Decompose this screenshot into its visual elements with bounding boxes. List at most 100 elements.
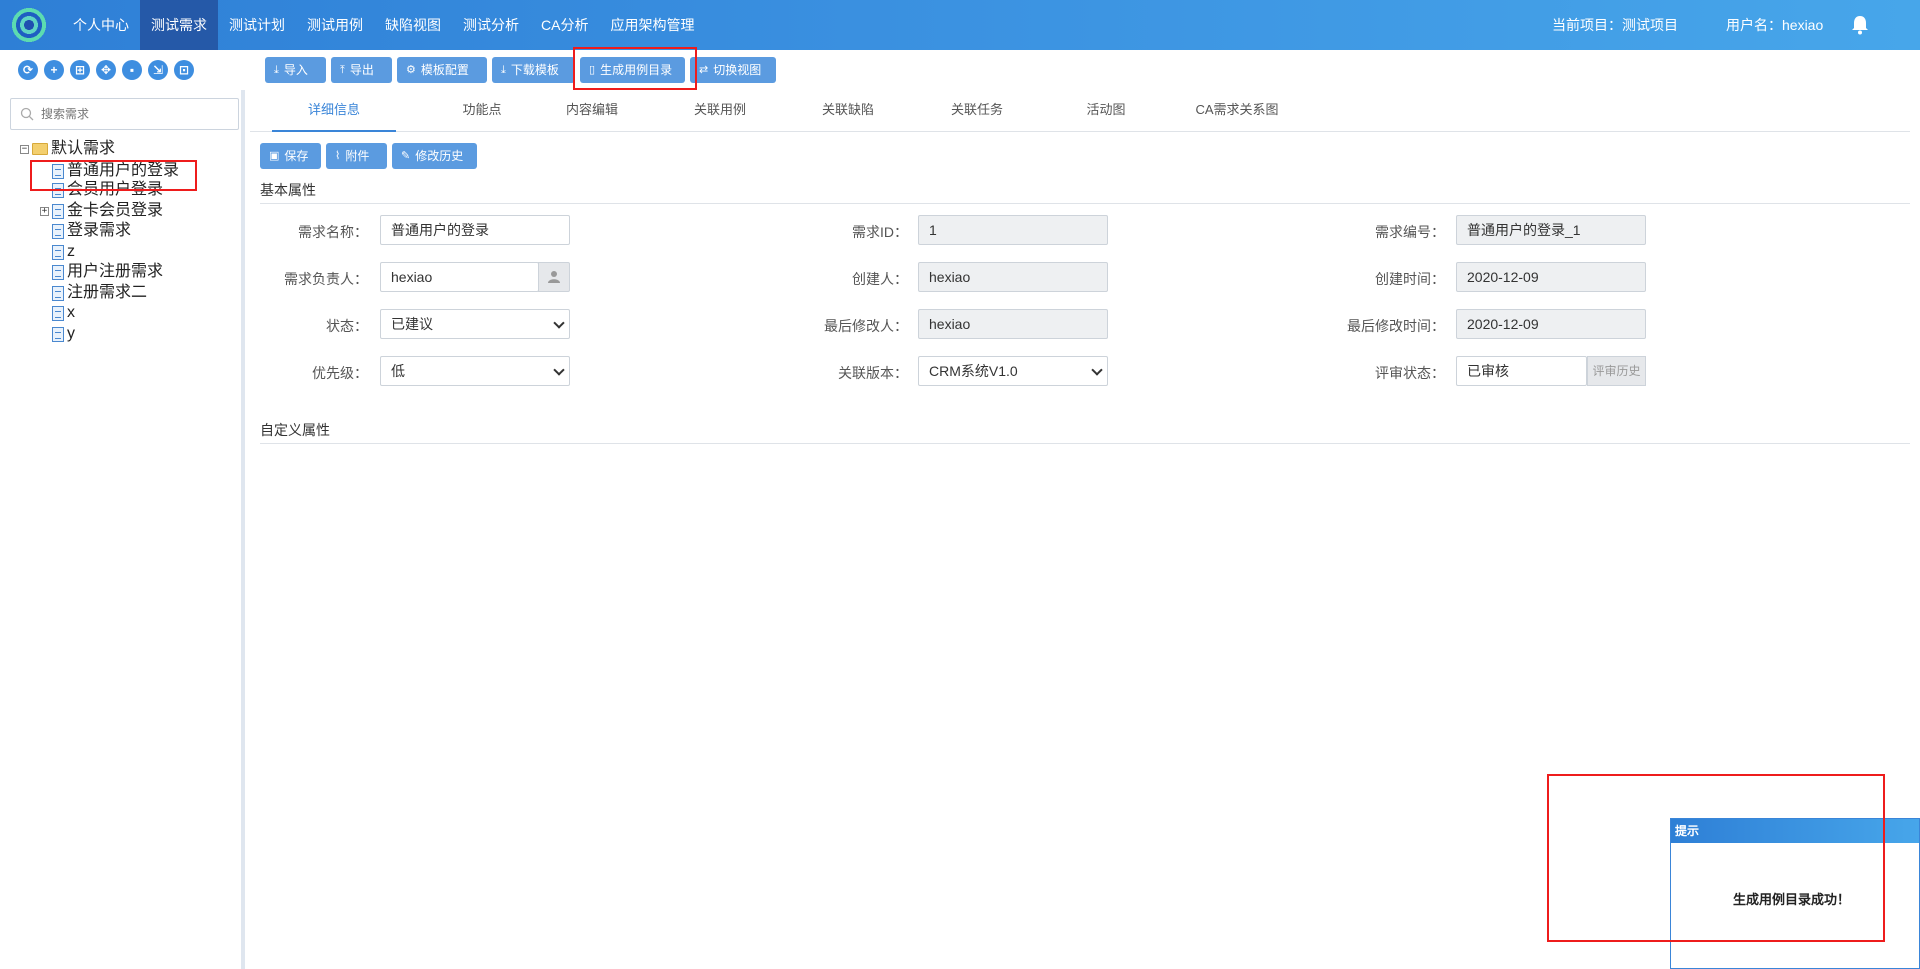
top-navigation-bar: 个人中心 测试需求 测试计划 测试用例 缺陷视图 测试分析 CA分析 应用架构管…	[0, 0, 1920, 50]
nav-item-personal-center[interactable]: 个人中心	[62, 0, 140, 50]
refresh-icon[interactable]: ⟳	[18, 60, 38, 80]
delete-icon[interactable]: ▪	[122, 60, 142, 80]
requirement-id-field: 1	[918, 215, 1108, 245]
modifier-field: hexiao	[918, 309, 1108, 339]
document-icon	[52, 264, 64, 280]
download-template-button[interactable]: ⤓ 下载模板	[492, 57, 575, 83]
nav-item-test-cases[interactable]: 测试用例	[296, 0, 374, 50]
move-icon[interactable]: ✥	[96, 60, 116, 80]
expand-icon[interactable]: +	[40, 206, 49, 216]
tab-content-edit[interactable]: 内容编辑	[530, 90, 654, 132]
folder-icon	[32, 143, 48, 155]
created-time-field: 2020-12-09	[1456, 262, 1646, 292]
document-icon	[52, 305, 64, 321]
app-logo	[10, 6, 48, 44]
tree-node[interactable]: 登录需求	[52, 220, 131, 242]
main-toolbar: ⤓ 导入 ⤒ 导出 ⚙ 模板配置 ⤓ 下载模板 ▯ 生成用例目录 ⇄ 切换视图	[265, 57, 776, 83]
edit-icon: ✎	[401, 150, 411, 162]
section-divider	[260, 203, 1910, 204]
id-label: 需求ID：	[852, 224, 908, 240]
requirement-name-input[interactable]: 普通用户的登录	[380, 215, 570, 245]
owner-label: 需求负责人：	[284, 271, 368, 287]
switch-icon: ⇄	[699, 64, 709, 76]
tree-node[interactable]: 用户注册需求	[52, 261, 163, 283]
save-icon: ▣	[269, 150, 280, 162]
download-icon: ⤓	[501, 64, 506, 76]
attachment-button[interactable]: ⌇ 附件	[326, 143, 387, 169]
nav-item-test-plan[interactable]: 测试计划	[218, 0, 296, 50]
select-user-button[interactable]	[538, 262, 570, 292]
gear-icon: ⚙	[406, 64, 416, 76]
highlight-box	[1547, 774, 1885, 942]
tab-ca-relation-diagram[interactable]: CA需求关系图	[1170, 90, 1304, 132]
paperclip-icon: ⌇	[335, 150, 341, 162]
tab-function-points[interactable]: 功能点	[420, 90, 544, 132]
tab-linked-defects[interactable]: 关联缺陷	[786, 90, 910, 132]
export-icon[interactable]: ⇲	[148, 60, 168, 80]
grid-icon[interactable]: ⊞	[70, 60, 90, 80]
import-icon[interactable]: ⊡	[174, 60, 194, 80]
template-config-button[interactable]: ⚙ 模板配置	[397, 57, 487, 83]
main-nav: 个人中心 测试需求 测试计划 测试用例 缺陷视图 测试分析 CA分析 应用架构管…	[62, 0, 705, 50]
creator-label: 创建人：	[852, 271, 908, 287]
document-icon	[52, 203, 64, 219]
search-input[interactable]	[41, 104, 231, 124]
review-history-button[interactable]: 评审历史	[1587, 356, 1646, 386]
tree-node[interactable]: y	[52, 323, 75, 345]
tree-node[interactable]: x	[52, 302, 75, 324]
tab-activity-diagram[interactable]: 活动图	[1044, 90, 1168, 132]
current-project[interactable]: 当前项目：测试项目	[1552, 0, 1678, 50]
code-label: 需求编号：	[1375, 224, 1445, 240]
upload-icon: ⤒	[340, 64, 345, 76]
basic-properties-title: 基本属性	[260, 182, 316, 198]
version-select[interactable]: CRM系统V1.0	[918, 356, 1108, 386]
nav-item-ca-analysis[interactable]: CA分析	[530, 0, 599, 50]
priority-select[interactable]: 低	[380, 356, 570, 386]
document-icon	[52, 285, 64, 301]
tree-node[interactable]: z	[52, 241, 75, 263]
search-icon	[20, 107, 34, 121]
requirement-tree-panel: − 默认需求 普通用户的登录 会员用户登录 + 金卡会员登录 登录需求 z 用户…	[0, 90, 245, 969]
edit-history-button[interactable]: ✎ 修改历史	[392, 143, 477, 169]
tree-node[interactable]: + 金卡会员登录	[40, 200, 163, 222]
modified-time-label: 最后修改时间：	[1347, 318, 1445, 334]
tab-details[interactable]: 详细信息	[272, 90, 396, 132]
nav-item-test-requirements[interactable]: 测试需求	[140, 0, 218, 50]
bell-icon[interactable]	[1851, 15, 1869, 35]
document-icon	[52, 223, 64, 239]
detail-tabs: 详细信息 功能点 内容编辑 关联用例 关联缺陷 关联任务 活动图 CA需求关系图	[250, 90, 1910, 132]
export-button[interactable]: ⤒ 导出	[331, 57, 392, 83]
form-actions: ▣ 保存 ⌇ 附件 ✎ 修改历史	[260, 143, 477, 169]
nav-item-defect-view[interactable]: 缺陷视图	[374, 0, 452, 50]
document-icon	[52, 326, 64, 342]
review-status-label: 评审状态：	[1375, 365, 1445, 381]
name-label: 需求名称：	[298, 224, 368, 240]
save-button[interactable]: ▣ 保存	[260, 143, 321, 169]
collapse-icon[interactable]: −	[20, 144, 29, 154]
search-box	[10, 98, 239, 130]
creator-field: hexiao	[918, 262, 1108, 292]
nav-item-test-analysis[interactable]: 测试分析	[452, 0, 530, 50]
version-label: 关联版本：	[838, 365, 908, 381]
review-status-field: 已审核	[1456, 356, 1587, 386]
tab-linked-cases[interactable]: 关联用例	[658, 90, 782, 132]
owner-input[interactable]: hexiao	[380, 262, 539, 292]
tree-node-root[interactable]: − 默认需求	[20, 138, 115, 160]
import-button[interactable]: ⤓ 导入	[265, 57, 326, 83]
modified-time-field: 2020-12-09	[1456, 309, 1646, 339]
user-icon	[548, 271, 560, 283]
requirement-code-field: 普通用户的登录_1	[1456, 215, 1646, 245]
status-select[interactable]: 已建议	[380, 309, 570, 339]
priority-label: 优先级：	[312, 365, 368, 381]
document-icon	[52, 244, 64, 260]
chevron-down-icon	[553, 317, 565, 329]
add-icon[interactable]: +	[44, 60, 64, 80]
tree-toolbar: ⟳ + ⊞ ✥ ▪ ⇲ ⊡	[18, 60, 194, 80]
tree-node[interactable]: 注册需求二	[52, 282, 147, 304]
nav-item-app-architecture[interactable]: 应用架构管理	[599, 0, 705, 50]
highlight-box	[30, 160, 197, 191]
tab-linked-tasks[interactable]: 关联任务	[915, 90, 1039, 132]
username[interactable]: 用户名：hexiao	[1726, 0, 1823, 50]
switch-view-button[interactable]: ⇄ 切换视图	[690, 57, 776, 83]
status-label: 状态：	[326, 318, 368, 334]
